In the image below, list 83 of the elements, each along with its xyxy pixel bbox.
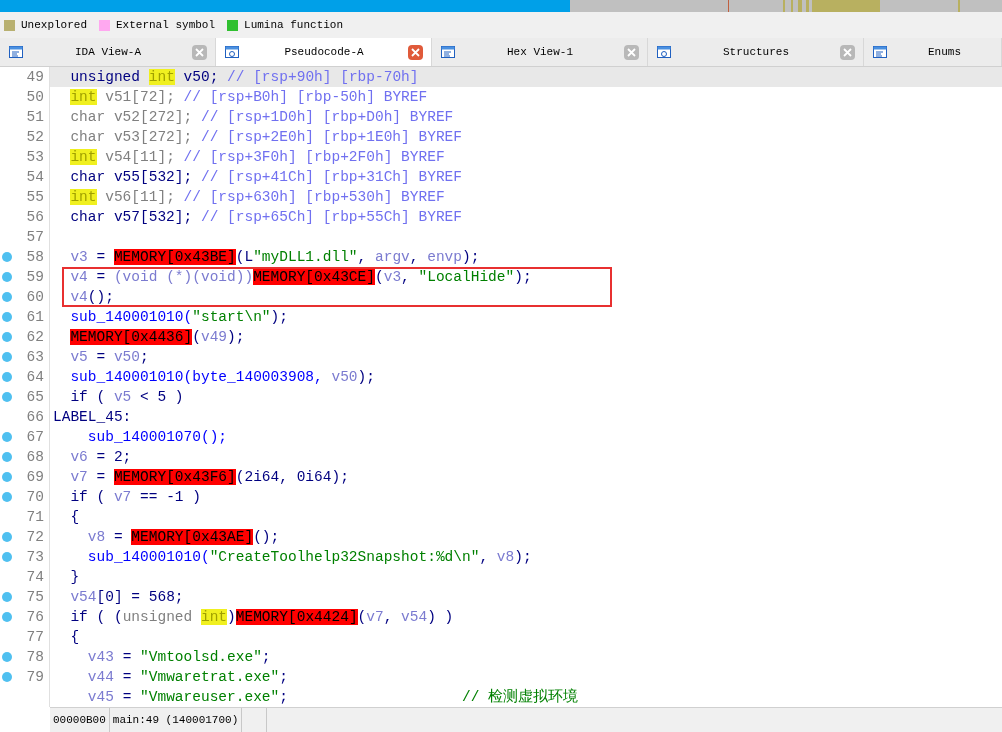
line-number: 65 [25, 388, 45, 407]
code-line: char v55[532]; // [rsp+41Ch] [rbp+31Ch] BYREF [69, 169, 462, 185]
code-line: v54[0] = 568; [69, 589, 184, 605]
status-field: main:49 (140001700) [109, 708, 243, 732]
line-number: 77 [25, 628, 45, 647]
code-line: unsigned int v50; // [rsp+90h] [rbp-70h] [69, 69, 419, 85]
line-number: 52 [25, 128, 45, 147]
code-line: char v52[272]; // [rsp+1D0h] [rbp+D0h] BYREF [69, 109, 454, 125]
code-line: v3 = MEMORY[0x43BE](L"myDLL1.dll", argv, envp); [69, 249, 480, 265]
window-icon [872, 44, 888, 60]
code-line: sub_140001010("start\n"); [69, 309, 288, 325]
line-number: 68 [25, 448, 45, 467]
code-line: v7 = MEMORY[0x43F6](2i64, 0i64); [69, 469, 349, 485]
code-line: char v53[272]; // [rsp+2E0h] [rbp+1E0h] BYREF [69, 129, 462, 145]
line-number: 60 [25, 288, 45, 307]
window-icon [224, 44, 240, 60]
code-line: LABEL_45: [53, 409, 132, 425]
tab[interactable]: Structures [648, 38, 864, 66]
code-line: if ( (unsigned int)MEMORY[0x4424](v7, v54) ) [69, 609, 454, 625]
window-icon [8, 44, 24, 60]
code-line: v45 = "Vmwareuser.exe"; // 检测虚拟环境 [86, 689, 579, 705]
line-number: 50 [25, 88, 45, 107]
line-number: 58 [25, 248, 45, 267]
line-number: 56 [25, 208, 45, 227]
window-icon [656, 44, 672, 60]
code-line: char v57[532]; // [rsp+65Ch] [rbp+55Ch] BYREF [69, 209, 462, 225]
close-icon [195, 47, 204, 57]
legend-label: Unexplored [21, 17, 87, 33]
line-number: 51 [25, 108, 45, 127]
code-line: sub_140001070(); [86, 429, 228, 445]
close-button[interactable] [840, 44, 855, 60]
code-line: if ( v5 < 5 ) [69, 389, 184, 405]
code-line: v43 = "Vmtoolsd.exe"; [86, 649, 271, 665]
line-number: 70 [25, 488, 45, 507]
line-number: 63 [25, 348, 45, 367]
legend-label: External symbol [116, 17, 216, 33]
code-line: { [69, 509, 80, 525]
status-field: 00000B00 [50, 708, 110, 732]
line-number: 78 [25, 648, 45, 667]
line-number: 71 [25, 508, 45, 527]
line-number: 62 [25, 328, 45, 347]
line-number: 64 [25, 368, 45, 387]
code-line: sub_140001010(byte_140003908, v50); [69, 369, 375, 385]
code-line: int v54[11]; // [rsp+3F0h] [rbp+2F0h] BYREF [69, 149, 445, 165]
code-line: v44 = "Vmwaretrat.exe"; [86, 669, 288, 685]
code-line: } [69, 569, 80, 585]
line-number: 74 [25, 568, 45, 587]
window-icon [440, 44, 456, 60]
code-line: { [69, 629, 80, 645]
close-button[interactable] [192, 44, 207, 60]
line-number: 72 [25, 528, 45, 547]
code-line: v4 = (void (*)(void))MEMORY[0x43CE](v3, "LocalHide"); [69, 269, 532, 285]
line-number: 55 [25, 188, 45, 207]
line-number: 59 [25, 268, 45, 287]
code-line: int v56[11]; // [rsp+630h] [rbp+530h] BYREF [69, 189, 445, 205]
code-line: int v51[72]; // [rsp+B0h] [rbp-50h] BYREF [69, 89, 428, 105]
line-number: 67 [25, 428, 45, 447]
close-icon [843, 47, 852, 57]
code-line: v5 = v50; [69, 349, 149, 365]
line-number: 61 [25, 308, 45, 327]
line-number: 54 [25, 168, 45, 187]
line-number: 49 [25, 68, 45, 87]
code-line: v6 = 2; [69, 449, 132, 465]
code-line: v4(); [69, 289, 114, 305]
line-number: 76 [25, 608, 45, 627]
tab[interactable]: Hex View-1 [432, 38, 648, 66]
tab[interactable]: IDA View-A [0, 38, 216, 66]
line-number: 69 [25, 468, 45, 487]
close-button[interactable] [408, 44, 423, 60]
line-number: 73 [25, 548, 45, 567]
legend-label: Lumina function [244, 17, 344, 33]
line-number: 57 [25, 228, 45, 247]
line-number: 53 [25, 148, 45, 167]
line-number: 79 [25, 668, 45, 687]
code-line: sub_140001010("CreateToolhelp32Snapshot:%d\n", v8); [86, 549, 532, 565]
close-icon [627, 47, 636, 57]
line-number: 66 [25, 408, 45, 427]
line-number: 75 [25, 588, 45, 607]
close-icon [411, 47, 420, 57]
close-button[interactable] [624, 44, 639, 60]
tab[interactable]: Enums [864, 38, 1002, 66]
tab[interactable]: Pseudocode-A [216, 38, 432, 66]
code-line: if ( v7 == -1 ) [69, 489, 201, 505]
